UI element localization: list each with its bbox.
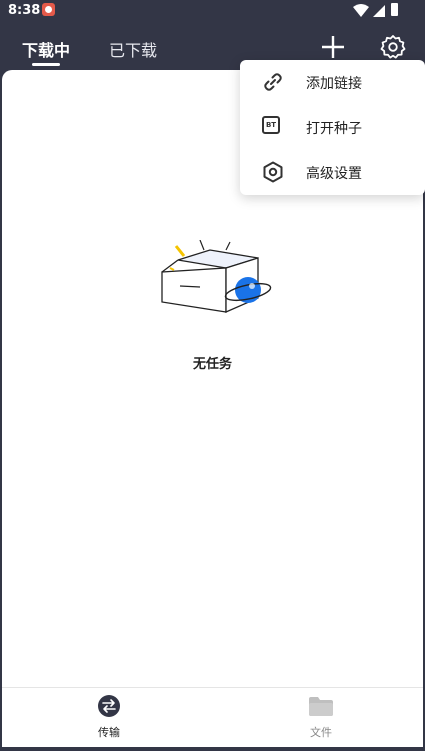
menu-item-advanced-settings[interactable]: 高级设置 [240, 150, 425, 195]
empty-state-text: 无任务 [192, 357, 232, 372]
nav-label-transfer: 传输 [98, 726, 120, 739]
status-bar: 8:38 [0, 0, 425, 22]
folder-icon [309, 697, 333, 716]
battery-icon [391, 3, 398, 16]
menu-label-advanced-settings: 高级设置 [306, 166, 362, 182]
signal-icon [373, 5, 385, 17]
menu-item-open-torrent[interactable]: BT 打开种子 [240, 105, 425, 150]
nav-label-files: 文件 [310, 726, 332, 739]
add-options-menu: 添加链接 BT 打开种子 高级设置 [240, 60, 425, 195]
tab-downloaded[interactable]: 已下载 [109, 37, 157, 61]
link-icon [264, 73, 282, 91]
bottom-navigation: 传输 文件 [2, 687, 423, 748]
tab-downloading[interactable]: 下载中 [22, 37, 70, 61]
transfer-icon [98, 695, 120, 717]
app-screen: 8:38 下载中 已下载 无任务 传输 文件 添加链接 BT 打开种子 高级设置 [0, 0, 425, 751]
nav-item-files[interactable]: 文件 [291, 694, 351, 740]
add-icon[interactable] [320, 34, 346, 60]
empty-box-illustration [161, 240, 272, 313]
bt-torrent-icon: BT [262, 116, 280, 134]
hex-settings-icon [263, 161, 283, 183]
status-time: 8:38 [8, 3, 41, 18]
menu-item-add-link[interactable]: 添加链接 [240, 60, 425, 105]
gear-icon[interactable] [380, 34, 406, 60]
notification-app-icon [42, 3, 55, 16]
menu-label-add-link: 添加链接 [306, 76, 362, 92]
wifi-icon [353, 4, 369, 17]
nav-item-transfer[interactable]: 传输 [79, 694, 139, 740]
bottom-system-bar [0, 747, 425, 751]
active-tab-indicator [32, 63, 60, 66]
menu-label-open-torrent: 打开种子 [306, 121, 362, 137]
